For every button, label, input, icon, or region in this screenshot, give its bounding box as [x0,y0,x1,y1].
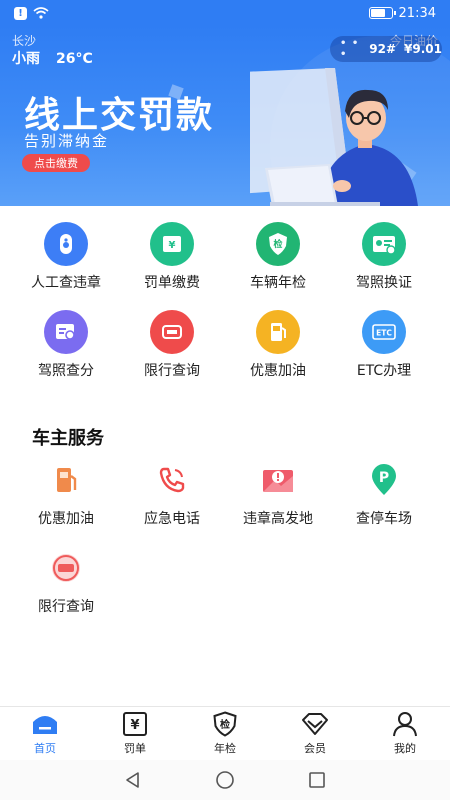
section-title-owner-services: 车主服务 [32,428,104,449]
action-label: 罚单缴费 [144,275,200,291]
action-label: 驾照换证 [356,275,412,291]
license-renew-icon [362,222,406,266]
tab-home[interactable]: 首页 [0,707,90,760]
action-manual-violation-check[interactable]: 人工查违章 [13,222,119,292]
svg-text:检: 检 [220,718,230,731]
svg-text:P: P [379,470,389,486]
warning-map-icon [258,460,298,500]
service-find-parking[interactable]: P 查停车场 [331,460,437,528]
action-discount-fuel[interactable]: 优惠加油 [225,310,331,380]
action-etc[interactable]: ETC ETC办理 [331,310,437,380]
recents-icon[interactable] [307,770,327,790]
service-label: 优惠加油 [38,511,94,527]
system-nav-bar [0,760,450,800]
service-label: 违章高发地 [243,511,313,527]
weather-condition: 小雨 [12,51,40,67]
capsule-search-icon [44,222,88,266]
tab-membership[interactable]: 会员 [270,707,360,760]
fine-ticket-icon: ¥ [150,222,194,266]
pay-now-button[interactable]: 点击缴费 [22,154,90,172]
tab-label: 我的 [394,742,416,755]
svg-text:¥: ¥ [169,240,176,251]
oil-price: ¥9.01 [404,42,442,56]
tab-fines[interactable]: ¥ 罚单 [90,707,180,760]
home-icon [31,711,59,737]
action-license-renewal[interactable]: 驾照换证 [331,222,437,292]
tab-label: 首页 [34,742,56,755]
action-label: 人工查违章 [31,275,101,291]
weather-info: 小雨 26°C [12,48,109,68]
action-label: 车辆年检 [250,275,306,291]
home-circle-icon[interactable] [215,770,235,790]
service-restriction-query[interactable]: 限行查询 [13,548,119,616]
action-label: 限行查询 [144,363,200,379]
temperature: 26°C [56,51,93,67]
fuel-station-icon [46,460,86,500]
status-bar: ! 21:34 [0,0,450,26]
service-label: 限行查询 [38,599,94,615]
oil-price-widget[interactable]: • • • 92# ¥9.01 [330,36,442,62]
dots-icon: • • • [340,38,360,60]
action-label: 优惠加油 [250,363,306,379]
battery-icon [368,7,396,19]
tab-profile[interactable]: 我的 [360,707,450,760]
promo-banner[interactable]: 长沙 小雨 26°C 今日油价 • • • 92# ¥9.01 线上交罚款 告别滞… [0,26,450,206]
action-annual-inspection[interactable]: 检 车辆年检 [225,222,331,292]
wifi-icon [33,7,49,19]
service-label: 查停车场 [356,511,412,527]
license-score-icon [44,310,88,354]
fuel-pump-icon [256,310,300,354]
owner-services-grid: 优惠加油 应急电话 违章高发地 P 查停车场 限行查询 [0,460,450,616]
service-emergency-call[interactable]: 应急电话 [119,460,225,528]
tab-inspection[interactable]: 检 年检 [180,707,270,760]
svg-text:¥: ¥ [130,718,139,733]
clock: 21:34 [398,5,436,21]
svg-text:检: 检 [273,238,282,250]
restriction-icon [150,310,194,354]
inspection-icon: 检 [211,711,239,737]
etc-card-icon: ETC [362,310,406,354]
vip-diamond-icon [301,711,329,737]
restriction-icon [46,548,86,588]
oil-grade: 92# [369,42,397,56]
service-violation-hotspots[interactable]: 违章高发地 [225,460,331,528]
tab-label: 年检 [214,742,236,755]
quick-actions-grid: 人工查违章 ¥ 罚单缴费 检 车辆年检 驾照换证 驾照查分 限行查询 优惠加油 [0,222,450,380]
action-label: 驾照查分 [38,363,94,379]
action-label: ETC办理 [356,363,412,379]
back-icon[interactable] [123,770,143,790]
phone-icon [152,460,192,500]
banner-subline: 告别滞纳金 [24,132,110,150]
parking-pin-icon: P [364,460,404,500]
man-with-laptop-illustration [250,68,418,206]
action-fine-payment[interactable]: ¥ 罚单缴费 [119,222,225,292]
bottom-tab-bar: 首页 ¥ 罚单 检 年检 会员 我的 [0,706,450,760]
profile-icon [391,711,419,737]
svg-text:ETC: ETC [376,329,392,338]
tab-label: 罚单 [124,742,146,755]
action-restriction-query[interactable]: 限行查询 [119,310,225,380]
inspection-shield-icon: 检 [256,222,300,266]
service-discount-fuel[interactable]: 优惠加油 [13,460,119,528]
action-license-points[interactable]: 驾照查分 [13,310,119,380]
fine-yen-icon: ¥ [121,711,149,737]
notification-icon: ! [14,6,27,20]
tab-label: 会员 [304,742,326,755]
city-label[interactable]: 长沙 [12,32,36,49]
service-label: 应急电话 [144,511,200,527]
